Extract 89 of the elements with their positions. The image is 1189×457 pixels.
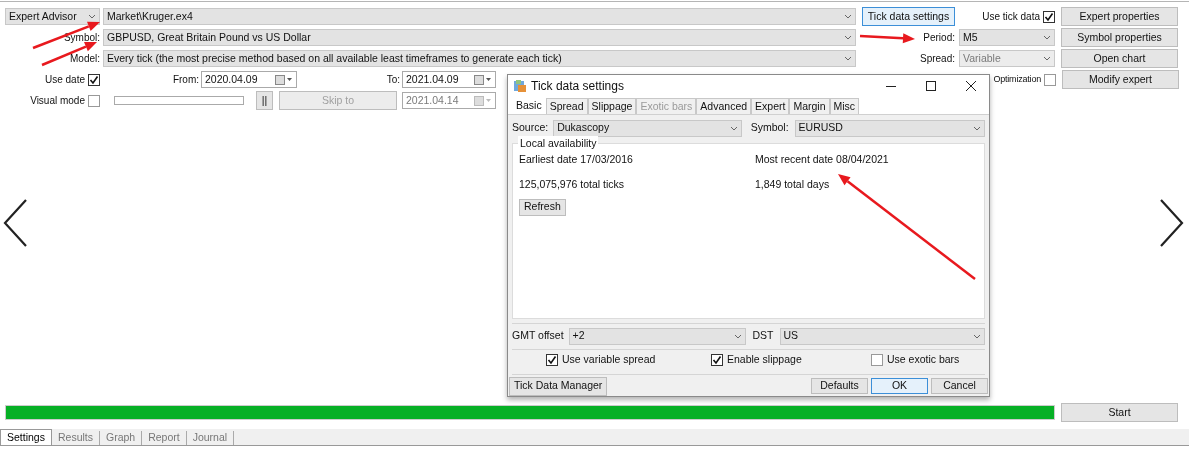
field-label: Spread: (919, 52, 955, 66)
field-label: Period: (923, 31, 955, 45)
caret-icon (844, 14, 852, 19)
symbol-dropdown[interactable]: GBPUSD, Great Britain Pound vs US Dollar (103, 29, 856, 46)
dst-dropdown[interactable]: US (779, 327, 985, 345)
checkbox[interactable] (546, 354, 558, 366)
period-dropdown[interactable]: M5 (959, 29, 1055, 46)
tab[interactable]: Expert (751, 98, 790, 114)
caret-icon (88, 14, 96, 19)
checkbox[interactable] (871, 354, 883, 366)
caret-icon (1043, 56, 1051, 61)
dialog-button[interactable]: Cancel (931, 378, 988, 394)
checkbox-label: Enable slippage (727, 352, 802, 368)
model-dropdown[interactable]: Every tick (the most precise method based on all available least timeframes to generate each tick) (103, 50, 856, 67)
caret-icon (844, 35, 852, 40)
start-button[interactable]: Start (1061, 403, 1178, 422)
program-type-dropdown[interactable]: Expert Advisor (5, 8, 100, 25)
checkbox[interactable] (88, 94, 100, 107)
tab[interactable]: Report (142, 431, 187, 445)
info-text: 1,849 total days (755, 176, 831, 192)
checkbox[interactable] (1044, 73, 1056, 86)
checkbox-label: Use date (44, 73, 85, 87)
checkbox-label: Optimization (993, 72, 1041, 86)
caret-icon (973, 333, 981, 339)
calendar-icon (474, 95, 492, 106)
tab: Exotic bars (636, 98, 697, 114)
caret-icon (973, 125, 981, 131)
checkbox[interactable] (1043, 10, 1055, 23)
spread-dropdown: Variable (959, 50, 1055, 67)
symbol-properties-button[interactable]: Symbol properties (1061, 28, 1178, 47)
checkbox-label: Visual mode (30, 94, 85, 108)
previous-icon (2, 198, 28, 248)
expert-properties-button[interactable]: Expert properties (1061, 7, 1178, 26)
checkbox-label: Use variable spread (562, 352, 656, 368)
calendar-icon (474, 74, 492, 85)
tab[interactable]: Advanced (696, 98, 752, 114)
info-text: Earliest date 17/03/2016 (519, 152, 634, 167)
speed-slider[interactable] (114, 96, 244, 105)
calendar-icon (275, 74, 293, 85)
tab[interactable]: Graph (99, 431, 143, 445)
field-label: DST (752, 328, 774, 344)
checkbox-label: Use exotic bars (887, 352, 960, 368)
annotation-arrow (32, 21, 100, 50)
checkbox-label: Use tick data (982, 10, 1040, 24)
refresh-button[interactable]: Refresh (519, 198, 566, 216)
close-icon (966, 81, 976, 91)
group-title: Local availability (518, 136, 599, 152)
caret-icon (733, 333, 742, 339)
tab[interactable]: Slippage (587, 98, 637, 114)
checkbox[interactable] (88, 73, 100, 86)
annotation-arrow (41, 42, 97, 67)
caret-icon (729, 125, 738, 131)
tab[interactable]: Spread (545, 98, 588, 114)
checkbox[interactable] (711, 354, 723, 366)
date-picker[interactable]: 2020.04.09 (201, 71, 297, 88)
gmt-offset-dropdown[interactable]: +2 (568, 327, 746, 345)
tick-data-manager-button[interactable]: Tick Data Manager (509, 376, 608, 396)
field-label: Source: (512, 120, 549, 136)
field-label: From: (172, 73, 199, 87)
field-label: GMT offset (512, 328, 564, 344)
tab[interactable]: Journal (186, 431, 235, 445)
tab[interactable]: Misc (829, 98, 860, 114)
window-title: Tick data settings (531, 78, 624, 95)
field-label: Model: (70, 52, 100, 66)
symbol-dropdown[interactable]: EURUSD (794, 119, 985, 137)
tab[interactable]: Margin (789, 98, 830, 114)
date-picker[interactable]: 2021.04.09 (402, 71, 496, 88)
caret-icon (1043, 35, 1051, 40)
field-label: To: (386, 73, 400, 87)
app-icon (513, 79, 527, 93)
dialog-button[interactable]: Defaults (811, 378, 868, 394)
info-text: Most recent date 08/04/2021 (755, 152, 890, 167)
field-label: Symbol: (750, 120, 789, 136)
date-picker: 2021.04.14 (402, 92, 496, 109)
open-chart-button[interactable]: Open chart (1061, 49, 1178, 68)
expert-file-dropdown[interactable]: Market\Kruger.ex4 (103, 8, 856, 25)
tick-data-settings-button[interactable]: Tick data settings (862, 7, 955, 26)
pause-button[interactable]: || (256, 91, 273, 110)
tab[interactable]: Results (51, 431, 100, 445)
dialog-button[interactable]: OK (871, 378, 928, 394)
caret-icon (844, 56, 852, 61)
annotation-arrow (859, 33, 915, 44)
tab[interactable]: Settings (0, 429, 52, 445)
maximize-icon (926, 81, 936, 91)
modify-expert-button[interactable]: Modify expert (1062, 70, 1179, 89)
field-label: Symbol: (63, 31, 100, 45)
info-text: 125,075,976 total ticks (519, 176, 626, 192)
source-dropdown[interactable]: Dukascopy (553, 119, 742, 137)
next-icon (1159, 198, 1185, 248)
